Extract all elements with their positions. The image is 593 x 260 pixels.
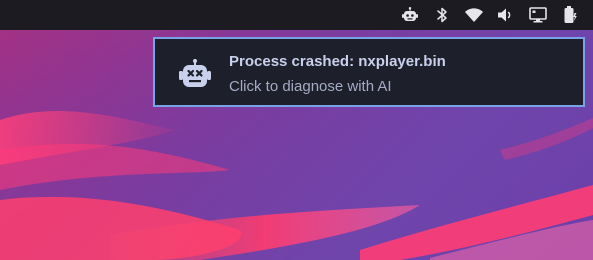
wifi-icon[interactable] xyxy=(465,6,483,24)
desktop: Process crashed: nxplayer.bin Click to d… xyxy=(0,0,593,260)
top-bar xyxy=(0,0,593,30)
bluetooth-icon[interactable] xyxy=(433,6,451,24)
robot-icon xyxy=(179,59,211,89)
robot-icon[interactable] xyxy=(401,6,419,24)
system-tray xyxy=(401,0,579,30)
volume-icon[interactable] xyxy=(497,6,515,24)
battery-icon[interactable] xyxy=(561,6,579,24)
notification-body: Click to diagnose with AI xyxy=(229,78,392,95)
notification-title: Process crashed: nxplayer.bin xyxy=(229,53,446,70)
display-icon[interactable] xyxy=(529,6,547,24)
crash-notification[interactable]: Process crashed: nxplayer.bin Click to d… xyxy=(153,37,585,107)
